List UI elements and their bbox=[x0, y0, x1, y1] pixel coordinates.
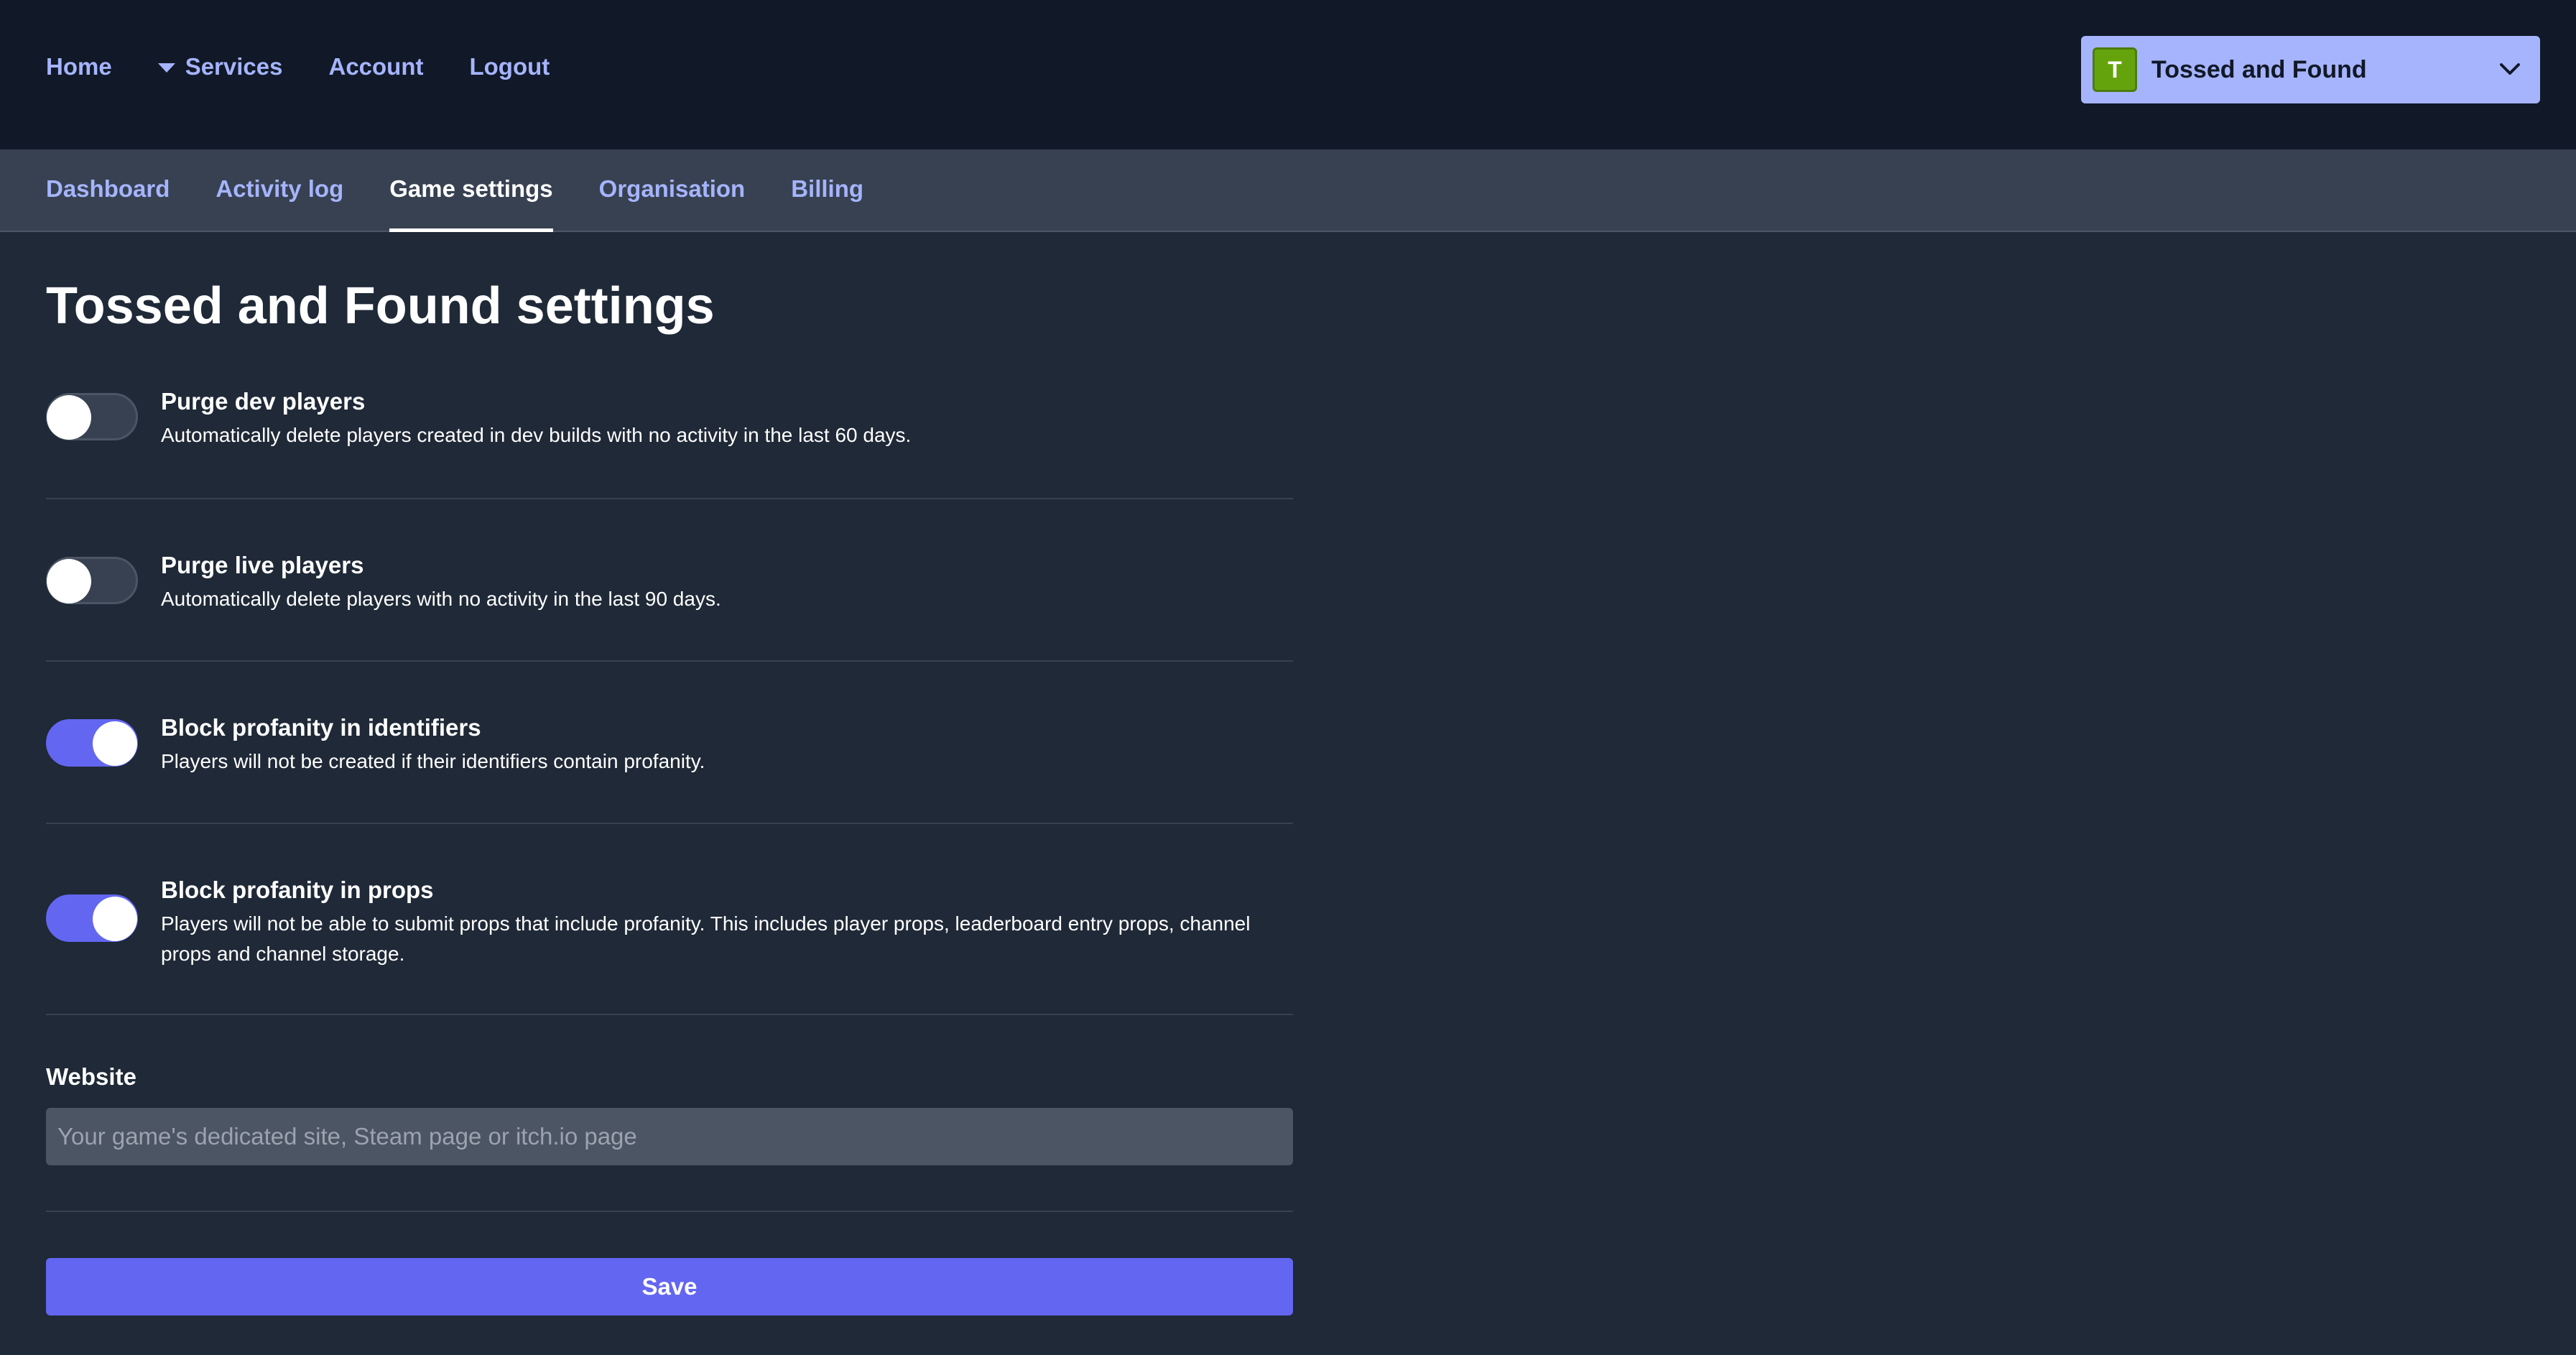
tab-billing[interactable]: Billing bbox=[791, 149, 863, 232]
game-avatar: T bbox=[2093, 47, 2137, 92]
purge-dev-players-toggle[interactable] bbox=[46, 393, 138, 440]
setting-text: Block profanity in identifiers Players w… bbox=[161, 712, 1293, 777]
sub-nav: Dashboard Activity log Game settings Org… bbox=[0, 149, 2576, 232]
nav-account-link[interactable]: Account bbox=[328, 53, 423, 80]
toggle-knob bbox=[47, 559, 91, 603]
divider bbox=[46, 1211, 1293, 1212]
setting-description: Players will not be able to submit props… bbox=[161, 912, 1251, 965]
setting-label: Block profanity in props bbox=[161, 877, 434, 903]
main-nav: Home Services Account Logout bbox=[46, 0, 550, 134]
save-button[interactable]: Save bbox=[46, 1258, 1293, 1315]
page-title: Tossed and Found settings bbox=[46, 277, 715, 335]
setting-text: Block profanity in props Players will no… bbox=[161, 874, 1293, 969]
setting-purge-live-players: Purge live players Automatically delete … bbox=[46, 499, 1293, 662]
setting-description: Players will not be created if their ide… bbox=[161, 750, 705, 772]
tab-activity-log[interactable]: Activity log bbox=[216, 149, 343, 232]
settings-main: Tossed and Found settings Purge dev play… bbox=[46, 232, 1293, 1315]
toggle-knob bbox=[93, 897, 137, 941]
setting-description: Automatically delete players created in … bbox=[161, 424, 912, 446]
top-header: Home Services Account Logout T Tossed an… bbox=[0, 0, 2576, 149]
setting-label: Block profanity in identifiers bbox=[161, 714, 481, 741]
game-selector-name: Tossed and Found bbox=[2151, 55, 2367, 83]
sub-nav-tabs: Dashboard Activity log Game settings Org… bbox=[46, 149, 863, 232]
caret-down-icon bbox=[157, 63, 175, 73]
website-label: Website bbox=[46, 1063, 136, 1090]
setting-block-profanity-identifiers: Block profanity in identifiers Players w… bbox=[46, 662, 1293, 824]
setting-block-profanity-props: Block profanity in props Players will no… bbox=[46, 824, 1293, 1015]
nav-logout-link[interactable]: Logout bbox=[469, 53, 550, 80]
block-profanity-props-toggle[interactable] bbox=[46, 894, 138, 942]
chevron-down-icon bbox=[2500, 63, 2520, 75]
nav-services-label: Services bbox=[185, 53, 283, 80]
block-profanity-identifiers-toggle[interactable] bbox=[46, 719, 138, 767]
setting-purge-dev-players: Purge dev players Automatically delete p… bbox=[46, 376, 1293, 499]
setting-text: Purge live players Automatically delete … bbox=[161, 550, 1293, 614]
toggle-knob bbox=[93, 721, 137, 766]
setting-label: Purge dev players bbox=[161, 388, 366, 415]
toggle-knob bbox=[47, 395, 91, 440]
nav-services-link[interactable]: Services bbox=[157, 53, 283, 80]
setting-label: Purge live players bbox=[161, 552, 364, 578]
purge-live-players-toggle[interactable] bbox=[46, 557, 138, 604]
nav-home-link[interactable]: Home bbox=[46, 53, 112, 80]
website-input[interactable] bbox=[46, 1108, 1293, 1165]
setting-text: Purge dev players Automatically delete p… bbox=[161, 386, 1293, 450]
tab-organisation[interactable]: Organisation bbox=[599, 149, 746, 232]
tab-game-settings[interactable]: Game settings bbox=[389, 149, 554, 232]
setting-description: Automatically delete players with no act… bbox=[161, 588, 721, 610]
game-selector[interactable]: T Tossed and Found bbox=[2081, 36, 2540, 103]
tab-dashboard[interactable]: Dashboard bbox=[46, 149, 170, 232]
